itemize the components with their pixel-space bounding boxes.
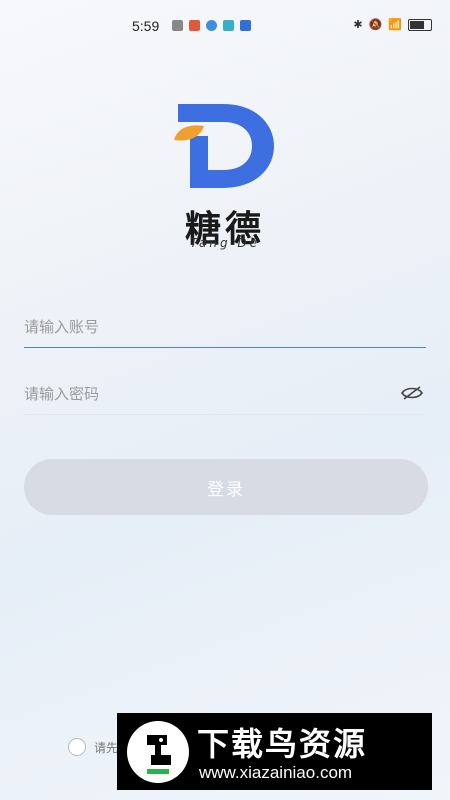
notification-icons (172, 20, 251, 31)
password-visibility-icon[interactable] (400, 386, 424, 400)
watermark-banner: 下载鸟资源 www.xiazainiao.com (117, 713, 432, 790)
status-bar: 5:59 ✱ 🔕 📶 (0, 0, 450, 50)
wifi-icon: 📶 (388, 18, 402, 31)
agreement-radio[interactable] (68, 738, 86, 756)
notification-icon (206, 20, 217, 31)
password-input[interactable] (24, 374, 426, 414)
app-logo-icon (174, 104, 274, 188)
account-field[interactable] (24, 307, 426, 348)
watermark-title: 下载鸟资源 (197, 725, 368, 763)
notification-icon (223, 20, 234, 31)
account-input[interactable] (24, 307, 426, 347)
notification-icon (240, 20, 251, 31)
system-icons: ✱ 🔕 📶 (353, 18, 432, 31)
brand-name-en: Tang De (189, 236, 261, 250)
agreement-text: 请先 (94, 740, 119, 755)
mute-icon: 🔕 (368, 18, 383, 31)
login-button[interactable]: 登录 (24, 459, 428, 515)
status-time: 5:59 (132, 18, 160, 34)
bluetooth-icon: ✱ (353, 18, 363, 31)
battery-icon (408, 18, 432, 31)
password-field[interactable] (24, 374, 426, 415)
agreement-row: 请先 (68, 738, 118, 756)
watermark-url: www.xiazainiao.com (199, 763, 353, 782)
notification-icon (189, 20, 200, 31)
notification-icon (172, 20, 183, 31)
watermark-bird-icon (127, 721, 189, 783)
